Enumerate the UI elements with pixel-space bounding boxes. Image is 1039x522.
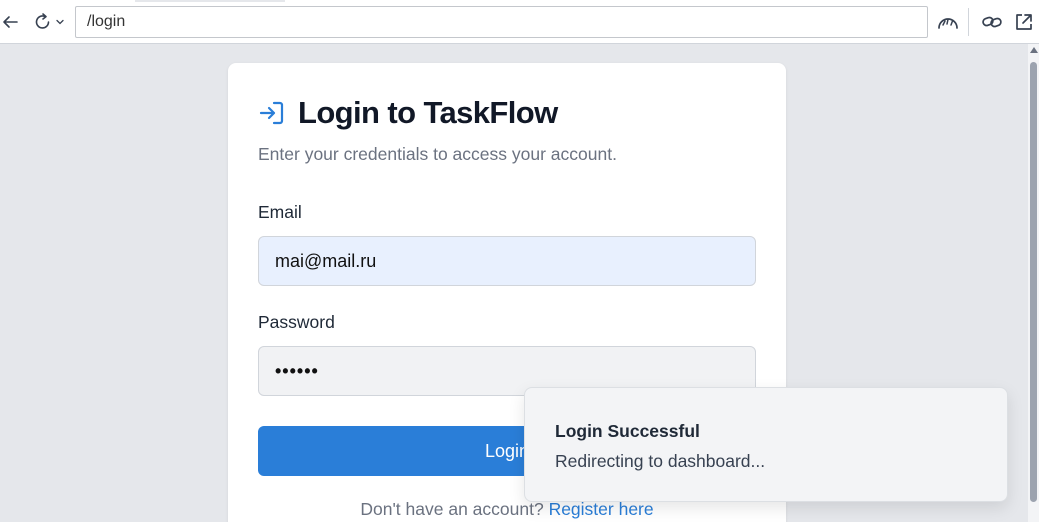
scroll-thumb[interactable] xyxy=(1030,62,1037,502)
toast-notification: Login Successful Redirecting to dashboar… xyxy=(524,387,1008,502)
page-title: Login to TaskFlow xyxy=(298,95,558,130)
speed-button[interactable] xyxy=(935,10,961,34)
card-header: Login to TaskFlow xyxy=(258,93,558,133)
toolbar-divider xyxy=(968,8,969,36)
open-external-icon xyxy=(1016,14,1032,30)
speedometer-icon xyxy=(938,18,958,29)
tab-strip xyxy=(135,0,285,2)
toast-title: Login Successful xyxy=(555,421,700,441)
register-row: Don't have an account? Register here xyxy=(228,499,786,520)
register-prompt: Don't have an account? xyxy=(360,499,549,519)
password-label: Password xyxy=(258,312,335,332)
scroll-up-arrow-icon[interactable] xyxy=(1030,47,1038,53)
back-button[interactable] xyxy=(0,10,20,34)
link-icon xyxy=(982,16,1002,28)
email-field[interactable]: mai@mail.ru xyxy=(258,236,756,286)
reload-button[interactable] xyxy=(30,10,68,34)
page-subtitle: Enter your credentials to access your ac… xyxy=(258,144,617,164)
login-icon xyxy=(258,98,288,128)
copy-link-button[interactable] xyxy=(979,10,1005,34)
page-scrollbar[interactable] xyxy=(1028,44,1039,522)
toast-description: Redirecting to dashboard... xyxy=(555,451,766,471)
address-bar[interactable]: /login xyxy=(75,6,928,38)
open-external-button[interactable] xyxy=(1012,10,1036,34)
back-arrow-icon xyxy=(3,16,18,28)
register-link[interactable]: Register here xyxy=(549,499,654,519)
browser-toolbar: /login xyxy=(0,0,1039,44)
chevron-down-icon[interactable] xyxy=(55,17,65,27)
reload-icon xyxy=(35,13,50,29)
email-label: Email xyxy=(258,202,302,222)
